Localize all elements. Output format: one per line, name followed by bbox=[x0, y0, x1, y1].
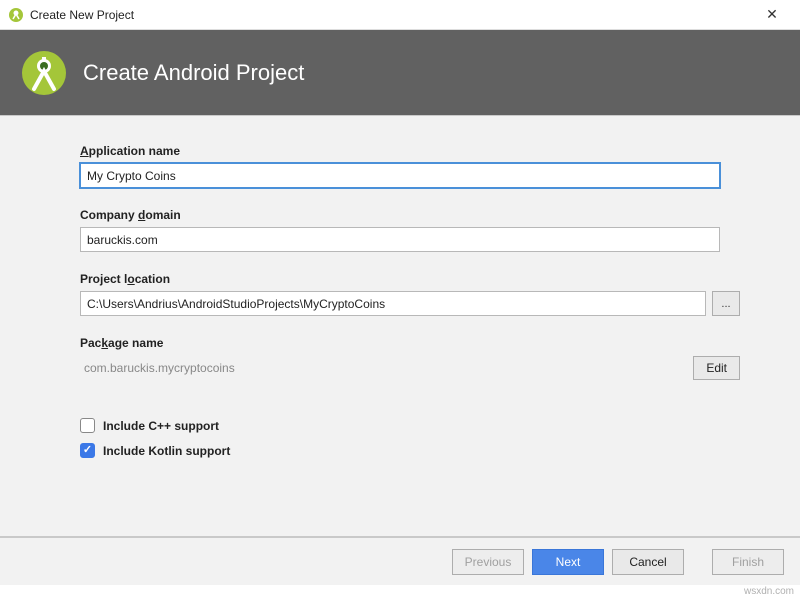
application-name-group: Application name Application name bbox=[80, 144, 740, 188]
cancel-button[interactable]: Cancel bbox=[612, 549, 684, 575]
package-name-value: com.baruckis.mycryptocoins bbox=[80, 361, 693, 375]
wizard-footer: Previous Next Cancel Finish bbox=[0, 537, 800, 585]
close-icon[interactable]: ✕ bbox=[752, 6, 792, 23]
kotlin-support-checkbox[interactable] bbox=[80, 443, 95, 458]
kotlin-support-row: Include Kotlin support bbox=[80, 443, 740, 458]
company-domain-label: Company domain bbox=[80, 208, 740, 222]
browse-button[interactable]: ... bbox=[712, 291, 740, 316]
form-content: Application name Application name Compan… bbox=[0, 116, 800, 536]
application-name-label: Application name bbox=[80, 144, 740, 158]
titlebar: Create New Project ✕ bbox=[0, 0, 800, 30]
wizard-header: Create Android Project bbox=[0, 30, 800, 115]
package-name-label: Package name bbox=[80, 336, 740, 350]
project-location-label: Project location bbox=[80, 272, 740, 286]
finish-button: Finish bbox=[712, 549, 784, 575]
project-location-group: Project location Project location ... bbox=[80, 272, 740, 316]
cpp-support-row: Include C++ support bbox=[80, 418, 740, 433]
options-group: Include C++ support Include Kotlin suppo… bbox=[80, 418, 740, 458]
cpp-support-label: Include C++ support bbox=[103, 419, 219, 433]
cpp-support-checkbox[interactable] bbox=[80, 418, 95, 433]
header-title: Create Android Project bbox=[83, 60, 304, 86]
package-name-group: Package name Package name com.baruckis.m… bbox=[80, 336, 740, 380]
window-title: Create New Project bbox=[30, 8, 752, 22]
kotlin-support-label: Include Kotlin support bbox=[103, 444, 230, 458]
android-studio-logo-icon bbox=[20, 49, 68, 97]
watermark: wsxdn.com bbox=[744, 586, 794, 597]
next-button[interactable]: Next bbox=[532, 549, 604, 575]
android-studio-icon bbox=[8, 7, 24, 23]
previous-button: Previous bbox=[452, 549, 524, 575]
company-domain-input[interactable] bbox=[80, 227, 720, 252]
company-domain-group: Company domain Company domain bbox=[80, 208, 740, 252]
application-name-input[interactable] bbox=[80, 163, 720, 188]
project-location-input[interactable] bbox=[80, 291, 706, 316]
edit-package-button[interactable]: Edit bbox=[693, 356, 740, 380]
